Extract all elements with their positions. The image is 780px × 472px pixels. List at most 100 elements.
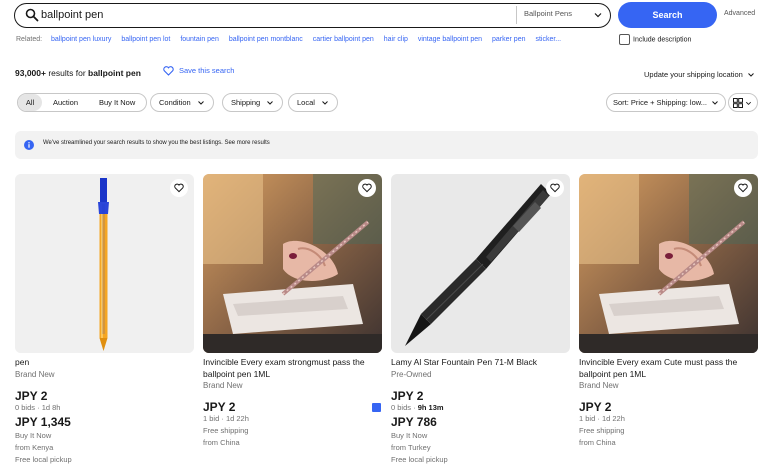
listing-price: JPY 2 <box>15 388 48 403</box>
listing-title[interactable]: pen <box>15 357 194 369</box>
listing-image[interactable] <box>579 174 758 353</box>
shipping-filter[interactable]: Shipping <box>222 93 284 112</box>
listing-bids: 0 bids · 1d 8h <box>15 402 61 412</box>
watch-button[interactable] <box>546 179 564 197</box>
sort-dropdown[interactable]: Sort: Price + Shipping: low... <box>606 93 727 112</box>
watch-button[interactable] <box>170 179 188 197</box>
listing-condition: Brand New <box>15 369 55 379</box>
hand-writing-with-pen-image <box>579 174 758 353</box>
bid-count: 0 bids <box>391 402 412 412</box>
bid-count: 1 bid <box>579 414 596 423</box>
buy-now-price: JPY 1,345 <box>15 415 71 429</box>
related-link[interactable]: ballpoint pen luxury <box>51 36 111 43</box>
related-link[interactable]: ballpoint pen lot <box>121 36 170 43</box>
buy-now-label: Buy It Now <box>15 431 52 440</box>
tab-all[interactable]: All <box>18 94 42 111</box>
related-searches: Related: ballpoint pen luxury ballpoint … <box>16 36 569 43</box>
buy-now-label: Buy It Now <box>391 431 428 440</box>
listing-condition: Brand New <box>579 381 619 390</box>
include-description-checkbox[interactable] <box>619 34 630 45</box>
local-filter[interactable]: Local <box>288 93 339 112</box>
view-toggle[interactable] <box>728 93 758 112</box>
results-count: 93,000+ results for ballpoint pen <box>15 68 141 78</box>
listing-bids: 1 bid · 1d 22h <box>203 414 249 423</box>
listing-condition: Brand New <box>203 381 243 390</box>
listing-card[interactable]: pen Brand New JPY 2 0 bids · 1d 8h JPY 1… <box>15 174 194 466</box>
related-link[interactable]: vintage ballpoint pen <box>418 36 482 43</box>
shipping-location-label: Update your shipping location <box>644 70 743 79</box>
related-link[interactable]: sticker... <box>535 36 561 43</box>
advanced-search-link[interactable]: Advanced <box>724 10 755 17</box>
local-filter-label: Local <box>297 98 315 107</box>
listing-condition: Pre-Owned <box>391 369 432 379</box>
include-description-label: Include description <box>633 36 692 44</box>
search-input[interactable] <box>41 5 521 25</box>
time-left: 1d 8h <box>41 402 61 412</box>
condition-filter[interactable]: Condition <box>150 93 214 112</box>
chevron-down-icon <box>322 101 328 105</box>
shipping-filter-label: Shipping <box>231 98 261 107</box>
chevron-down-icon[interactable] <box>593 10 603 20</box>
results-query: ballpoint pen <box>88 68 141 78</box>
listing-price: JPY 2 <box>579 400 612 414</box>
listing-image[interactable] <box>203 174 382 353</box>
info-icon <box>24 140 34 150</box>
local-pickup: Free local pickup <box>391 455 448 464</box>
listing-image[interactable] <box>391 174 570 353</box>
listing-bids: 1 bid · 1d 22h <box>579 414 625 423</box>
listing-title[interactable]: Invincible Every exam strongmust pass th… <box>203 357 382 380</box>
chevron-down-icon <box>748 73 754 77</box>
bid-count: 1 bid <box>203 414 220 423</box>
sort-label: Sort: Price + Shipping: low... <box>613 98 708 107</box>
shipping-from: from China <box>203 437 240 447</box>
related-link[interactable]: fountain pen <box>180 36 219 43</box>
chevron-down-icon <box>712 101 718 105</box>
search-divider <box>516 6 517 24</box>
related-label: Related: <box>16 36 43 43</box>
listing-card[interactable]: Invincible Every exam Cute must pass the… <box>579 174 758 449</box>
listing-card[interactable]: Lamy Al Star Fountain Pen 71-M Black Pre… <box>391 174 570 466</box>
watch-button[interactable] <box>734 179 752 197</box>
condition-filter-label: Condition <box>159 98 191 107</box>
banner-message[interactable]: We've streamlined your search results to… <box>43 140 270 146</box>
bid-count: 0 bids <box>15 402 36 412</box>
heart-icon <box>174 183 184 193</box>
heart-icon <box>738 183 748 193</box>
time-left: 1d 22h <box>601 414 625 423</box>
info-banner: We've streamlined your search results to… <box>15 131 758 159</box>
tab-auction[interactable]: Auction <box>53 94 78 111</box>
shipping-from: from China <box>579 437 616 447</box>
search-button[interactable]: Search <box>618 2 717 28</box>
save-search-button[interactable]: Save this search <box>163 66 234 76</box>
buy-now-price: JPY 786 <box>391 415 437 429</box>
shipping-from: from Turkey <box>391 443 431 452</box>
include-description-option[interactable]: Include description <box>619 34 691 45</box>
local-pickup: Free local pickup <box>15 455 72 464</box>
search-icon <box>25 8 39 22</box>
category-select[interactable]: Ballpoint Pens <box>524 9 572 18</box>
related-link[interactable]: parker pen <box>492 36 525 43</box>
listing-title[interactable]: Lamy Al Star Fountain Pen 71-M Black <box>391 357 570 369</box>
listing-price: JPY 2 <box>203 400 236 414</box>
bookmark-icon <box>372 403 381 412</box>
listing-image[interactable] <box>15 174 194 353</box>
black-fountain-pen-image <box>391 174 570 353</box>
tab-buy-it-now[interactable]: Buy It Now <box>99 94 135 111</box>
watch-button[interactable] <box>358 179 376 197</box>
related-link[interactable]: hair clip <box>384 36 408 43</box>
related-link[interactable]: ballpoint pen montblanc <box>229 36 303 43</box>
shipping-from: from Kenya <box>15 443 54 452</box>
results-number: 93,000+ <box>15 68 46 78</box>
shipping-location-button[interactable]: Update your shipping location <box>644 70 755 79</box>
save-search-label: Save this search <box>179 66 235 75</box>
listing-title[interactable]: Invincible Every exam Cute must pass the… <box>579 357 758 380</box>
search-box: Ballpoint Pens <box>14 3 611 28</box>
listing-card[interactable]: Invincible Every exam strongmust pass th… <box>203 174 382 449</box>
chevron-down-icon <box>267 101 274 105</box>
heart-icon <box>163 66 174 76</box>
time-left: 1d 22h <box>225 414 249 423</box>
listing-price: JPY 2 <box>391 388 424 403</box>
shipping-cost: Free shipping <box>203 425 249 435</box>
related-link[interactable]: cartier ballpoint pen <box>313 36 374 43</box>
results-middle: results for <box>45 68 89 78</box>
